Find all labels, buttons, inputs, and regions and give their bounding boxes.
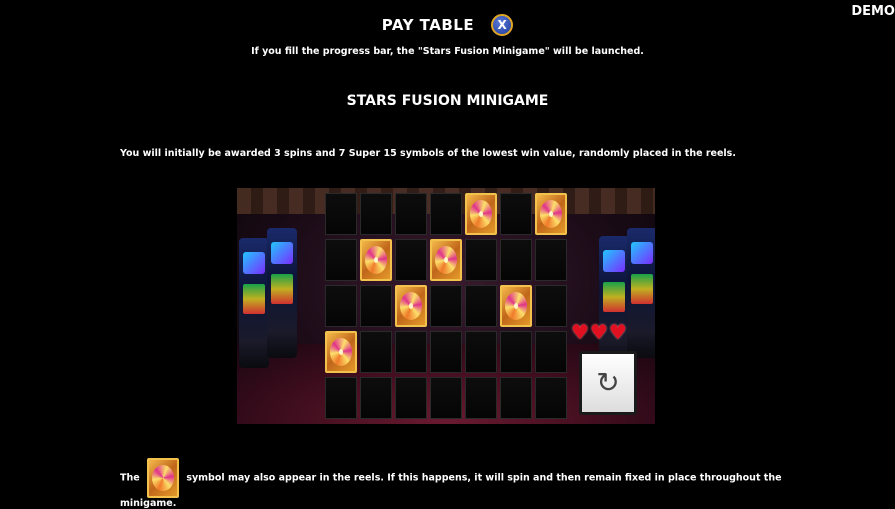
reel-cell [430,285,462,327]
reel-cell [360,377,392,419]
footer-text-before: The [120,473,140,484]
page-title: PAY TABLE [382,16,474,34]
reel-cell [535,331,567,373]
reel-cell [465,377,497,419]
super-symbol-icon [465,193,497,235]
super-symbol-icon [360,239,392,281]
reel-cell [465,285,497,327]
header: PAY TABLE X [0,14,895,36]
heart-icon: ♥ [609,322,627,342]
reel-cell [500,193,532,235]
intro-text: If you fill the progress bar, the "Stars… [0,46,895,57]
reel-cell [325,239,357,281]
reel-cell [360,285,392,327]
reel-cell [465,239,497,281]
super-symbol-icon [430,239,462,281]
reel-cell [535,285,567,327]
reel-cell [395,331,427,373]
reel-cell [325,377,357,419]
reel-cell [395,377,427,419]
refresh-icon: ↻ [579,351,637,415]
heart-icon: ♥ [590,322,608,342]
super-symbol-icon [325,331,357,373]
reel-cell [465,331,497,373]
heart-icon: ♥ [571,322,589,342]
reel-cell [395,193,427,235]
footer-text: The symbol may also appear in the reels.… [120,458,800,498]
reel-cell [500,377,532,419]
reel-grid [325,193,567,419]
super-symbol-icon [147,458,179,498]
footer-text-after: symbol may also appear in the reels. If … [120,473,782,509]
reel-cell [430,193,462,235]
reel-cell [430,331,462,373]
reel-cell [325,193,357,235]
lives-hearts: ♥♥♥ [571,322,628,343]
minigame-illustration: ♥♥♥ ↻ [237,188,655,424]
reel-cell [500,331,532,373]
reel-cell [325,285,357,327]
section-title: STARS FUSION MINIGAME [0,93,895,109]
description-text: You will initially be awarded 3 spins an… [120,148,736,159]
slot-machine-right [599,236,629,366]
super-symbol-icon [395,285,427,327]
super-symbol-icon [500,285,532,327]
slot-machine-left [239,238,269,368]
reel-cell [430,377,462,419]
reel-cell [535,377,567,419]
reel-cell [500,239,532,281]
reel-cell [360,193,392,235]
reel-cell [535,239,567,281]
slot-machine-right-2 [627,228,655,358]
close-button[interactable]: X [491,14,513,36]
super-symbol-icon [535,193,567,235]
reel-cell [395,239,427,281]
slot-machine-left-2 [267,228,297,358]
reel-cell [360,331,392,373]
